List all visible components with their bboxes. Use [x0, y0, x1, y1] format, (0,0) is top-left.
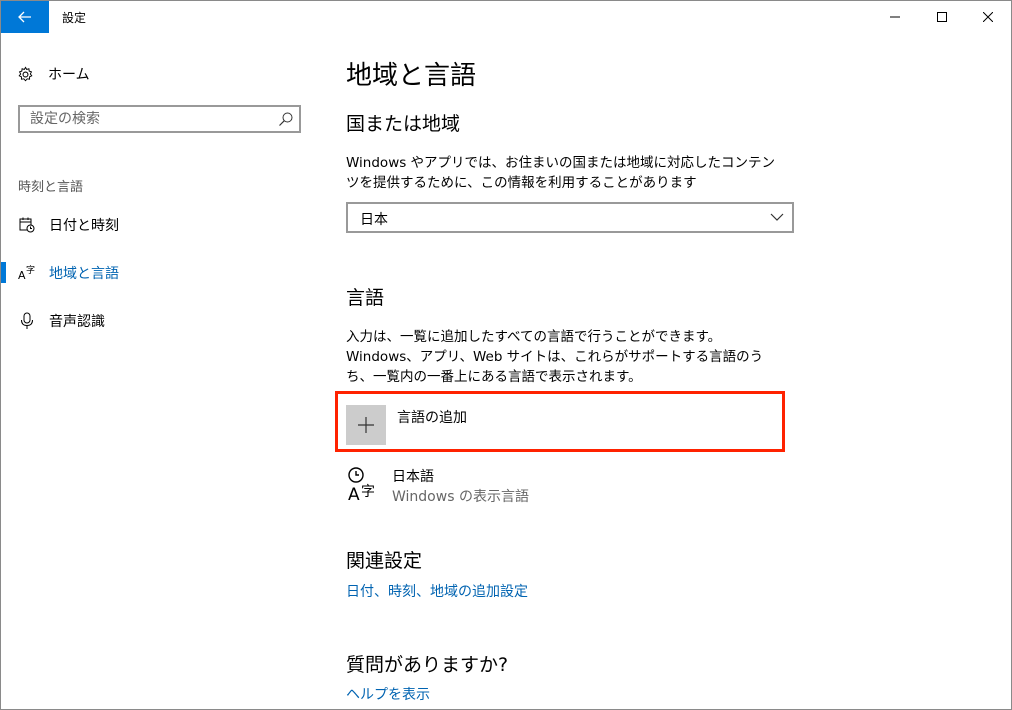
- sidebar-section-label: 時刻と言語: [18, 180, 84, 195]
- language-subtitle: Windows の表示言語: [392, 489, 529, 505]
- language-list-item[interactable]: A 字 日本語 Windows の表示言語: [346, 464, 766, 508]
- minimize-icon: [890, 16, 900, 18]
- get-help-link[interactable]: ヘルプを表示: [346, 684, 430, 704]
- language-description: 入力は、一覧に追加したすべての言語で行うことができます。Windows、アプリ、…: [346, 329, 764, 385]
- maximize-button[interactable]: [919, 1, 965, 33]
- question-heading: 質問がありますか?: [346, 654, 509, 676]
- page-title: 地域と言語: [346, 61, 477, 91]
- region-description: Windows やアプリでは、お住まいの国または地域に対応したコンテンツを提供す…: [346, 155, 776, 191]
- close-button[interactable]: [965, 1, 1011, 33]
- sidebar: ホーム 時刻と言語 日付と時刻: [1, 33, 323, 709]
- country-region-dropdown[interactable]: 日本: [346, 202, 794, 233]
- sidebar-item-home[interactable]: ホーム: [17, 63, 90, 85]
- dropdown-selected-value: 日本: [360, 212, 388, 228]
- plus-icon: [358, 417, 374, 433]
- plus-icon-box: [346, 405, 386, 445]
- region-language-icon: A 字: [18, 264, 36, 282]
- sidebar-item-date-time[interactable]: 日付と時刻: [1, 204, 323, 244]
- microphone-icon: [18, 312, 36, 330]
- sidebar-item-label: 日付と時刻: [49, 218, 119, 234]
- sidebar-item-label: 音声認識: [49, 314, 105, 330]
- language-name: 日本語: [392, 469, 434, 485]
- region-heading: 国または地域: [346, 113, 461, 135]
- minimize-button[interactable]: [872, 1, 918, 33]
- search-box[interactable]: [18, 105, 301, 133]
- svg-text:字: 字: [26, 264, 35, 276]
- gear-icon: [18, 65, 33, 81]
- settings-window: 設定 ホーム 時刻と言語: [0, 0, 1012, 710]
- svg-text:A: A: [348, 485, 360, 503]
- svg-text:A: A: [18, 269, 26, 282]
- search-input[interactable]: [20, 107, 280, 131]
- add-language-label: 言語の追加: [397, 410, 467, 426]
- calendar-clock-icon: [18, 216, 36, 234]
- language-heading: 言語: [346, 287, 385, 309]
- search-icon[interactable]: [278, 111, 294, 127]
- back-arrow-icon: [18, 11, 31, 23]
- add-language-button[interactable]: 言語の追加: [346, 397, 766, 445]
- chevron-down-icon: [770, 213, 784, 221]
- svg-text:字: 字: [361, 484, 375, 500]
- additional-date-time-region-link[interactable]: 日付、時刻、地域の追加設定: [346, 581, 528, 601]
- main-content: 地域と言語 国または地域 Windows やアプリでは、お住まいの国または地域に…: [346, 33, 1006, 709]
- sidebar-item-label: 地域と言語: [49, 266, 119, 282]
- related-settings-heading: 関連設定: [346, 550, 423, 572]
- display-language-icon: A 字: [348, 467, 375, 503]
- sidebar-home-label: ホーム: [48, 67, 90, 83]
- sidebar-item-region-language[interactable]: A 字 地域と言語: [1, 252, 323, 292]
- title-bar: 設定: [1, 1, 1011, 33]
- sidebar-item-speech[interactable]: 音声認識: [1, 300, 323, 340]
- active-indicator: [1, 262, 6, 283]
- window-title: 設定: [62, 11, 87, 25]
- close-icon: [983, 12, 993, 22]
- back-button[interactable]: [1, 1, 49, 33]
- maximize-icon: [937, 12, 947, 22]
